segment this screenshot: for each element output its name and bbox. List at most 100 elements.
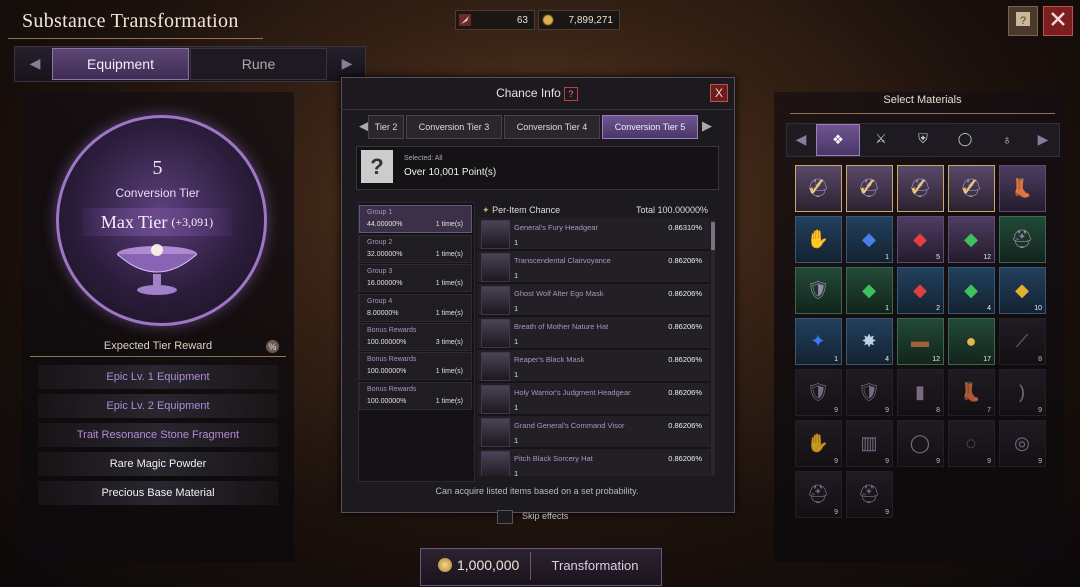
material-slot[interactable]: 🛡 9 [846,369,893,416]
material-slot[interactable]: ✦ 1 [795,318,842,365]
group-item[interactable]: Bonus Rewards 100.00000% 1 time(s) [359,352,472,380]
material-slot[interactable]: ▬ 12 [897,318,944,365]
blue-crystal-icon: ◆ [862,228,876,249]
slot-count: 8 [1038,356,1042,363]
material-slot[interactable]: ◎ 9 [999,420,1046,467]
reward-item: Epic Lv. 1 Equipment [38,365,278,389]
boots-icon: 👢 [959,381,983,402]
material-slot[interactable]: ⛑ 9 [846,471,893,518]
item-count: 1 [514,238,519,247]
material-slot[interactable]: ⛑ 9 [795,471,842,518]
material-slot[interactable]: ◆ 4 [948,267,995,314]
category-right-arrow[interactable]: ▶ [1032,128,1054,150]
group-percent: 100.00000% [367,368,407,375]
per-item-chance-label: Per-Item Chance [492,205,561,215]
item-name: Grand General's Command Visor [514,421,625,430]
material-slot[interactable]: 🛡 [795,267,842,314]
help-icon[interactable]: ? [563,87,578,101]
material-slot[interactable]: ◆ 1 [846,267,893,314]
bow-icon: ) [1019,381,1025,402]
slot-count: 9 [834,509,838,516]
tab-tier-2[interactable]: Tier 2 [368,115,404,139]
material-slot[interactable]: 👢 7 [948,369,995,416]
category-pouch-tab[interactable]: ♁ [986,124,1028,154]
material-slot[interactable]: ✋ 9 [795,420,842,467]
material-slot[interactable]: ) 9 [999,369,1046,416]
help-book-button[interactable]: ? [1008,6,1038,36]
item-percent: 0.86310% [668,223,702,232]
material-slot[interactable]: ◌ 9 [948,420,995,467]
tier-tab-right-arrow[interactable]: ▶ [698,115,716,137]
material-slot[interactable]: ▮ 8 [897,369,944,416]
slot-count: 4 [885,356,889,363]
category-all-tab[interactable]: ❖ [816,124,860,156]
material-slot[interactable]: ⛑ ✓ [948,165,995,212]
material-slot[interactable]: ⛑ ✓ [897,165,944,212]
material-slot[interactable]: ⛑ ✓ [795,165,842,212]
group-item[interactable]: Group 2 32.00000% 1 time(s) [359,235,472,263]
tab-tier-3[interactable]: Conversion Tier 3 [406,115,502,139]
mask-icon [481,352,510,381]
material-slot[interactable]: ◆ 5 [897,216,944,263]
category-left-arrow[interactable]: ◀ [790,128,812,150]
material-slot[interactable]: ◆ 1 [846,216,893,263]
green-crystal-icon: ◆ [964,279,978,300]
material-slot[interactable]: ◆ 2 [897,267,944,314]
close-icon [1049,10,1067,33]
weapon-icon: ⚔ [875,131,887,146]
all-icon: ❖ [832,132,844,147]
category-ring-tab[interactable]: ◯ [944,124,986,154]
material-slot[interactable]: 👢 [999,165,1046,212]
slot-count: 1 [885,305,889,312]
category-weapon-tab[interactable]: ⚔ [860,124,902,154]
transformation-button[interactable]: Transformation [540,558,650,573]
group-item[interactable]: Group 3 16.00000% 1 time(s) [359,264,472,292]
material-slot[interactable]: ◆ 12 [948,216,995,263]
material-slot[interactable]: ◆ 10 [999,267,1046,314]
slot-count: 9 [834,458,838,465]
tab-tier-5[interactable]: Conversion Tier 5 [602,115,698,139]
group-times: 1 time(s) [435,398,463,405]
material-slot[interactable]: ● 17 [948,318,995,365]
percent-info-button[interactable]: % [266,340,279,353]
list-scroll-thumb[interactable] [711,222,715,250]
green-crystal-icon: ◆ [964,228,978,249]
gold-nugget-icon: ● [965,330,977,351]
list-scrollbar[interactable] [711,220,715,476]
group-item[interactable]: Group 4 8.00000% 1 time(s) [359,294,472,322]
tab-right-arrow[interactable]: ▶ [336,52,358,74]
material-slot[interactable]: ▥ 9 [846,420,893,467]
tab-rune[interactable]: Rune [190,48,327,80]
group-item[interactable]: Bonus Rewards 100.00000% 1 time(s) [359,382,472,410]
material-slot[interactable]: ⟋ 8 [999,318,1046,365]
armor-icon: ⛨ [918,131,928,146]
item-count: 1 [514,271,519,280]
tab-equipment[interactable]: Equipment [52,48,189,80]
list-item: Pitch Black Sorcery Hat 0.86206% 1 [478,449,710,476]
group-item[interactable]: Group 1 44.00000% 1 time(s) [359,205,472,233]
material-slot[interactable]: ✋ [795,216,842,263]
checkmark-icon: ✓ [908,172,930,202]
tab-tier-4[interactable]: Conversion Tier 4 [504,115,600,139]
tier-bonus: (+3,091) [171,214,214,229]
material-slot[interactable]: ◯ 9 [897,420,944,467]
category-armor-tab[interactable]: ⛨ [902,124,944,154]
material-slot[interactable]: 🛡 9 [795,369,842,416]
boots-icon: 👢 [1010,177,1034,198]
slot-count: 1 [834,356,838,363]
gold-count: 7,899,271 [568,14,614,26]
item-chance-list[interactable]: General's Fury Headgear 0.86310% 1 Trans… [478,218,710,476]
group-item[interactable]: Bonus Rewards 100.00000% 3 time(s) [359,323,472,351]
material-slot[interactable]: ⛑ ✓ [846,165,893,212]
skip-effects-checkbox[interactable] [497,510,513,524]
leg-armor-icon: ▮ [915,381,925,402]
tab-left-arrow[interactable]: ◀ [24,52,46,74]
modal-close-button[interactable]: X [710,84,728,102]
slot-count: 9 [834,407,838,414]
item-percent: 0.86206% [668,388,702,397]
material-slot[interactable]: ✸ 4 [846,318,893,365]
group-times: 1 time(s) [435,310,463,317]
close-button[interactable] [1043,6,1073,36]
expected-reward-title: Expected Tier Reward [103,340,213,352]
material-slot[interactable]: ⛑ [999,216,1046,263]
